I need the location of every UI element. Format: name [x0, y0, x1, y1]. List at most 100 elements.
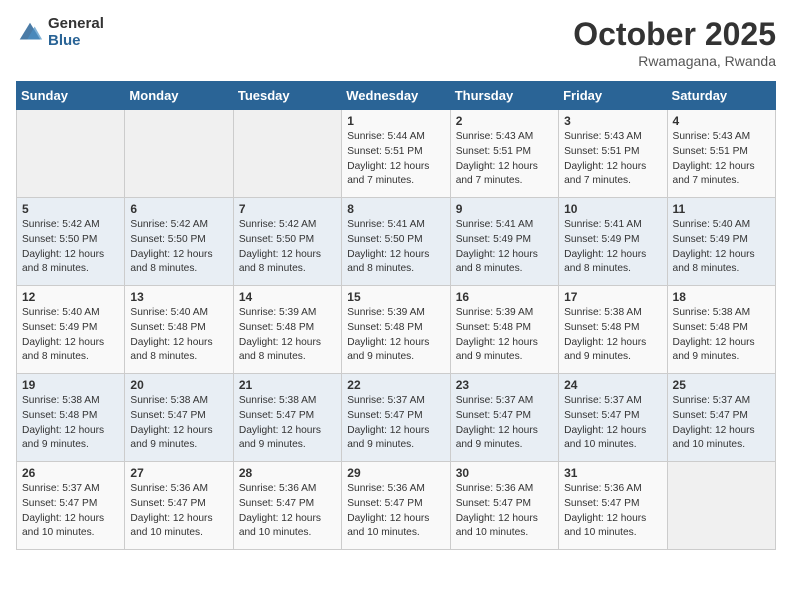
day-number: 25 — [673, 378, 770, 392]
title-location: Rwamagana, Rwanda — [573, 53, 776, 69]
day-number: 10 — [564, 202, 661, 216]
day-info: Sunrise: 5:41 AMSunset: 5:50 PMDaylight:… — [347, 218, 444, 277]
calendar-cell: 28Sunrise: 5:36 AMSunset: 5:47 PMDayligh… — [233, 462, 341, 550]
day-info: Sunrise: 5:40 AMSunset: 5:48 PMDaylight:… — [130, 306, 227, 365]
day-info: Sunrise: 5:37 AMSunset: 5:47 PMDaylight:… — [22, 482, 119, 541]
day-info: Sunrise: 5:44 AMSunset: 5:51 PMDaylight:… — [347, 130, 444, 189]
day-info: Sunrise: 5:36 AMSunset: 5:47 PMDaylight:… — [564, 482, 661, 541]
day-number: 30 — [456, 466, 553, 480]
day-number: 24 — [564, 378, 661, 392]
day-info: Sunrise: 5:38 AMSunset: 5:47 PMDaylight:… — [130, 394, 227, 453]
day-number: 27 — [130, 466, 227, 480]
calendar-cell: 13 Sunrise: 5:40 AMSunset: 5:48 PMDayligh… — [125, 286, 233, 374]
calendar-cell: 16 Sunrise: 5:39 AMSunset: 5:48 PMDayligh… — [450, 286, 558, 374]
calendar-cell — [667, 462, 775, 550]
day-number: 3 — [564, 114, 661, 128]
day-info: Sunrise: 5:42 AMSunset: 5:50 PMDaylight:… — [130, 218, 227, 277]
calendar-cell: 20 Sunrise: 5:38 AMSunset: 5:47 PMDayligh… — [125, 374, 233, 462]
day-number: 4 — [673, 114, 770, 128]
calendar-cell: 17 Sunrise: 5:38 AMSunset: 5:48 PMDayligh… — [559, 286, 667, 374]
calendar-cell: 27 Sunrise: 5:36 AMSunset: 5:47 PMDayligh… — [125, 462, 233, 550]
title-month: October 2025 — [573, 16, 776, 53]
day-info: Sunrise: 5:43 AMSunset: 5:51 PMDaylight:… — [456, 130, 553, 189]
calendar-header-row: SundayMondayTuesdayWednesdayThursdayFrid… — [17, 82, 776, 110]
day-number: 15 — [347, 290, 444, 304]
day-info: Sunrise: 5:39 AMSunset: 5:48 PMDaylight:… — [456, 306, 553, 365]
calendar-cell: 19 Sunrise: 5:38 AMSunset: 5:48 PMDayligh… — [17, 374, 125, 462]
day-info: Sunrise: 5:39 AMSunset: 5:48 PMDaylight:… — [347, 306, 444, 365]
calendar-cell — [17, 110, 125, 198]
calendar-cell: 26 Sunrise: 5:37 AMSunset: 5:47 PMDayligh… — [17, 462, 125, 550]
title-block: October 2025 Rwamagana, Rwanda — [573, 16, 776, 69]
day-info: Sunrise: 5:36 AMSunset: 5:47 PMDaylight:… — [239, 482, 336, 541]
day-info: Sunrise: 5:38 AMSunset: 5:48 PMDaylight:… — [22, 394, 119, 453]
day-info: Sunrise: 5:39 AMSunset: 5:48 PMDaylight:… — [239, 306, 336, 365]
day-number: 11 — [673, 202, 770, 216]
calendar-cell: 7Sunrise: 5:42 AMSunset: 5:50 PMDaylight… — [233, 198, 341, 286]
weekday-header: Saturday — [667, 82, 775, 110]
calendar-cell: 15 Sunrise: 5:39 AMSunset: 5:48 PMDayligh… — [342, 286, 450, 374]
day-info: Sunrise: 5:37 AMSunset: 5:47 PMDaylight:… — [564, 394, 661, 453]
day-number: 31 — [564, 466, 661, 480]
calendar-cell: 31 Sunrise: 5:36 AMSunset: 5:47 PMDayligh… — [559, 462, 667, 550]
day-number: 12 — [22, 290, 119, 304]
calendar-cell: 29Sunrise: 5:36 AMSunset: 5:47 PMDayligh… — [342, 462, 450, 550]
calendar-cell: 18 Sunrise: 5:38 AMSunset: 5:48 PMDayligh… — [667, 286, 775, 374]
day-number: 1 — [347, 114, 444, 128]
calendar-cell: 11 Sunrise: 5:40 AMSunset: 5:49 PMDayligh… — [667, 198, 775, 286]
calendar-cell: 6Sunrise: 5:42 AMSunset: 5:50 PMDaylight… — [125, 198, 233, 286]
calendar-cell: 24 Sunrise: 5:37 AMSunset: 5:47 PMDayligh… — [559, 374, 667, 462]
logo-blue-text: Blue — [48, 33, 104, 50]
day-info: Sunrise: 5:36 AMSunset: 5:47 PMDaylight:… — [456, 482, 553, 541]
day-number: 19 — [22, 378, 119, 392]
calendar-week-row: 19 Sunrise: 5:38 AMSunset: 5:48 PMDayligh… — [17, 374, 776, 462]
calendar-cell: 5 Sunrise: 5:42 AMSunset: 5:50 PMDaylight… — [17, 198, 125, 286]
day-info: Sunrise: 5:42 AMSunset: 5:50 PMDaylight:… — [22, 218, 119, 277]
day-number: 18 — [673, 290, 770, 304]
calendar-week-row: 12 Sunrise: 5:40 AMSunset: 5:49 PMDayligh… — [17, 286, 776, 374]
calendar-week-row: 1 Sunrise: 5:44 AMSunset: 5:51 PMDaylight… — [17, 110, 776, 198]
day-info: Sunrise: 5:40 AMSunset: 5:49 PMDaylight:… — [673, 218, 770, 277]
day-number: 5 — [22, 202, 119, 216]
weekday-header: Wednesday — [342, 82, 450, 110]
day-number: 13 — [130, 290, 227, 304]
day-number: 8 — [347, 202, 444, 216]
calendar-cell: 14 Sunrise: 5:39 AMSunset: 5:48 PMDayligh… — [233, 286, 341, 374]
calendar-cell: 8 Sunrise: 5:41 AMSunset: 5:50 PMDaylight… — [342, 198, 450, 286]
page-header: General Blue October 2025 Rwamagana, Rwa… — [16, 16, 776, 69]
day-info: Sunrise: 5:38 AMSunset: 5:48 PMDaylight:… — [673, 306, 770, 365]
calendar-table: SundayMondayTuesdayWednesdayThursdayFrid… — [16, 81, 776, 550]
day-info: Sunrise: 5:37 AMSunset: 5:47 PMDaylight:… — [456, 394, 553, 453]
day-info: Sunrise: 5:43 AMSunset: 5:51 PMDaylight:… — [673, 130, 770, 189]
calendar-cell: 9 Sunrise: 5:41 AMSunset: 5:49 PMDaylight… — [450, 198, 558, 286]
day-info: Sunrise: 5:41 AMSunset: 5:49 PMDaylight:… — [564, 218, 661, 277]
logo-general-text: General — [48, 16, 104, 33]
calendar-cell — [125, 110, 233, 198]
logo-text: General Blue — [48, 16, 104, 49]
day-info: Sunrise: 5:43 AMSunset: 5:51 PMDaylight:… — [564, 130, 661, 189]
day-info: Sunrise: 5:41 AMSunset: 5:49 PMDaylight:… — [456, 218, 553, 277]
calendar-cell: 1 Sunrise: 5:44 AMSunset: 5:51 PMDaylight… — [342, 110, 450, 198]
calendar-cell: 10 Sunrise: 5:41 AMSunset: 5:49 PMDayligh… — [559, 198, 667, 286]
day-number: 21 — [239, 378, 336, 392]
calendar-week-row: 26 Sunrise: 5:37 AMSunset: 5:47 PMDayligh… — [17, 462, 776, 550]
day-number: 2 — [456, 114, 553, 128]
day-info: Sunrise: 5:38 AMSunset: 5:48 PMDaylight:… — [564, 306, 661, 365]
weekday-header: Tuesday — [233, 82, 341, 110]
day-number: 17 — [564, 290, 661, 304]
calendar-cell: 23Sunrise: 5:37 AMSunset: 5:47 PMDayligh… — [450, 374, 558, 462]
logo: General Blue — [16, 16, 104, 49]
calendar-cell: 22Sunrise: 5:37 AMSunset: 5:47 PMDayligh… — [342, 374, 450, 462]
day-number: 20 — [130, 378, 227, 392]
day-number: 16 — [456, 290, 553, 304]
day-number: 22 — [347, 378, 444, 392]
day-info: Sunrise: 5:37 AMSunset: 5:47 PMDaylight:… — [673, 394, 770, 453]
day-info: Sunrise: 5:36 AMSunset: 5:47 PMDaylight:… — [347, 482, 444, 541]
day-number: 9 — [456, 202, 553, 216]
day-number: 7 — [239, 202, 336, 216]
day-number: 26 — [22, 466, 119, 480]
weekday-header: Sunday — [17, 82, 125, 110]
day-info: Sunrise: 5:40 AMSunset: 5:49 PMDaylight:… — [22, 306, 119, 365]
day-number: 14 — [239, 290, 336, 304]
day-info: Sunrise: 5:36 AMSunset: 5:47 PMDaylight:… — [130, 482, 227, 541]
